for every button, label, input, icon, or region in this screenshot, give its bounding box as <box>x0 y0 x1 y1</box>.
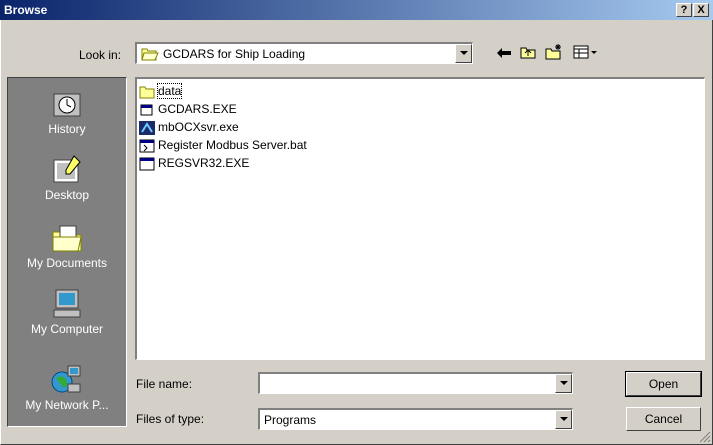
open-folder-icon <box>141 48 159 61</box>
places-bar: History Desktop My Documents My Computer… <box>7 77 127 427</box>
up-folder-icon <box>520 47 536 59</box>
look-in-value: GCDARS for Ship Loading <box>163 47 306 61</box>
my-computer-icon <box>53 289 81 318</box>
list-item-gcdars[interactable]: GCDARS.EXE <box>139 101 237 118</box>
file-name: mbOCXsvr.exe <box>158 120 239 134</box>
look-in-dropdown-button[interactable] <box>455 44 472 63</box>
place-my-computer[interactable]: My Computer <box>8 288 126 336</box>
place-my-network[interactable]: My Network P... <box>8 364 126 412</box>
list-item-register-bat[interactable]: Register Modbus Server.bat <box>139 137 307 154</box>
exe-icon <box>140 104 153 116</box>
folder-icon <box>139 86 155 99</box>
resize-grip-icon[interactable] <box>699 431 711 443</box>
place-desktop[interactable]: Desktop <box>8 154 126 202</box>
new-folder-button[interactable] <box>543 44 565 64</box>
look-in-combo[interactable]: GCDARS for Ship Loading <box>135 42 473 64</box>
place-history-label: History <box>48 122 86 136</box>
title-bar[interactable]: Browse ? X <box>0 0 713 20</box>
place-my-documents[interactable]: My Documents <box>8 222 126 270</box>
new-folder-icon <box>545 44 561 60</box>
file-name-label: File name: <box>136 377 193 391</box>
place-my-computer-label: My Computer <box>30 322 104 336</box>
files-of-type-select[interactable]: Programs <box>258 408 573 430</box>
back-arrow-icon <box>497 48 511 58</box>
cancel-button[interactable]: Cancel <box>626 407 701 431</box>
open-button[interactable]: Open <box>625 371 702 397</box>
files-of-type-value: Programs <box>264 413 317 427</box>
my-documents-icon <box>52 225 82 252</box>
place-desktop-label: Desktop <box>44 188 90 202</box>
view-list-icon <box>573 45 597 59</box>
help-button[interactable]: ? <box>676 3 692 17</box>
window-title: Browse <box>4 3 48 17</box>
files-of-type-dropdown-button[interactable] <box>555 410 572 429</box>
history-icon <box>53 93 81 117</box>
view-menu-button[interactable] <box>571 44 601 64</box>
file-name-dropdown-button[interactable] <box>555 374 572 393</box>
desktop-icon <box>53 155 81 183</box>
close-button[interactable]: X <box>693 3 709 17</box>
file-name-field[interactable] <box>258 372 573 394</box>
list-item-regsvr32[interactable]: REGSVR32.EXE <box>139 155 249 172</box>
app-icon <box>139 120 155 135</box>
file-name: REGSVR32.EXE <box>158 156 250 170</box>
file-list[interactable]: data GCDARS.EXE mbOCXsvr.exe Register Mo… <box>135 77 705 360</box>
batch-icon <box>139 139 155 153</box>
look-in-label: Look in: <box>79 48 122 62</box>
file-name: data <box>156 83 183 99</box>
place-history[interactable]: History <box>8 88 126 136</box>
file-name: Register Modbus Server.bat <box>158 138 307 152</box>
list-item-mbocxsvr[interactable]: mbOCXsvr.exe <box>139 119 239 136</box>
files-of-type-label: Files of type: <box>136 412 205 426</box>
up-one-level-button[interactable] <box>517 44 539 64</box>
list-item-data[interactable]: data <box>139 83 183 100</box>
place-my-network-label: My Network P... <box>25 398 109 412</box>
file-name: GCDARS.EXE <box>158 102 237 116</box>
back-button[interactable] <box>493 44 515 64</box>
my-network-icon <box>51 365 81 393</box>
window-icon <box>139 157 155 171</box>
place-my-documents-label: My Documents <box>26 256 108 270</box>
